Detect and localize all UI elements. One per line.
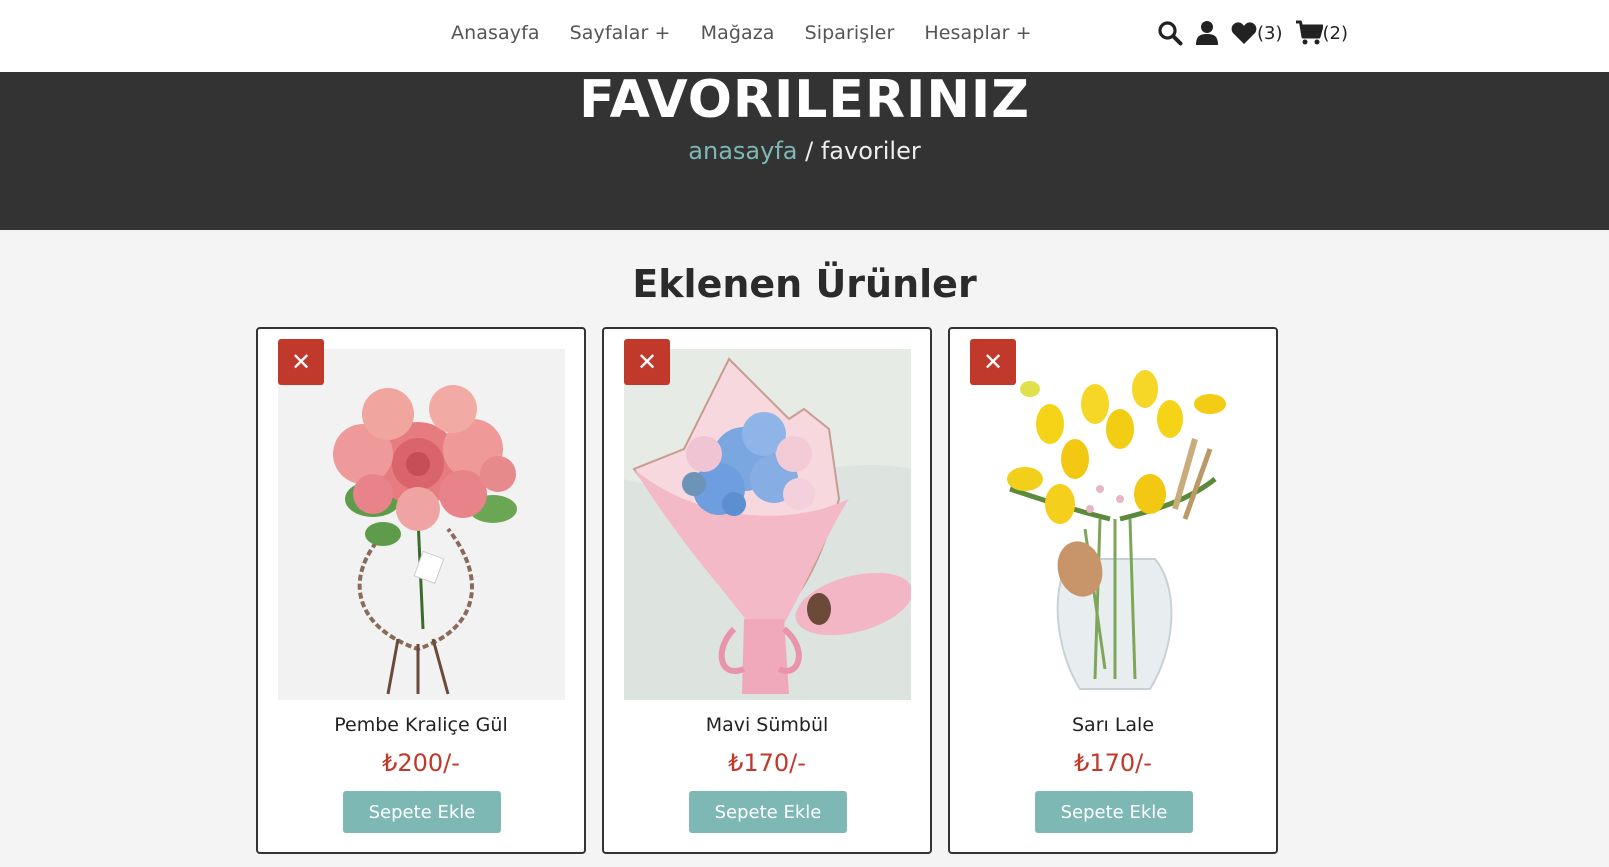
- product-name: Pembe Kraliçe Gül: [334, 714, 508, 736]
- product-name: Mavi Sümbül: [705, 714, 829, 736]
- product-image[interactable]: [624, 349, 911, 700]
- page-title: FAVORILERINIZ: [579, 70, 1030, 130]
- header-icons: (3) (2): [1157, 20, 1348, 46]
- cart-link[interactable]: (2): [1295, 20, 1349, 46]
- product-price: ₺170/-: [1074, 749, 1152, 777]
- favorites-count: (3): [1257, 22, 1283, 44]
- nav-item-sayfalar[interactable]: Sayfalar +: [570, 22, 671, 44]
- nav-item-siparisler[interactable]: Siparişler: [805, 22, 895, 44]
- heart-icon: [1231, 22, 1257, 44]
- product-name: Sarı Lale: [1071, 714, 1155, 736]
- breadcrumb-current: favoriler: [820, 137, 921, 165]
- breadcrumb-home[interactable]: anasayfa: [688, 137, 797, 165]
- remove-favorite-button[interactable]: ✕: [278, 339, 324, 385]
- main-nav: Anasayfa Sayfalar + Mağaza Siparişler He…: [451, 22, 1032, 44]
- breadcrumb: anasayfa / favoriler: [0, 137, 1609, 165]
- nav-item-magaza[interactable]: Mağaza: [701, 22, 775, 44]
- user-icon[interactable]: [1195, 20, 1219, 46]
- product-price: ₺200/-: [382, 749, 460, 777]
- header: Anasayfa Sayfalar + Mağaza Siparişler He…: [0, 0, 1609, 72]
- favorites-grid: ✕ Pembe Kraliçe Gül ₺200/- Sepete Ekle ✕…: [256, 327, 1278, 854]
- product-price: ₺170/-: [728, 749, 806, 777]
- product-card: ✕: [948, 327, 1278, 854]
- cart-icon: [1295, 20, 1323, 45]
- add-to-cart-button[interactable]: Sepete Ekle: [1035, 791, 1193, 833]
- remove-favorite-button[interactable]: ✕: [970, 339, 1016, 385]
- product-card: ✕: [256, 327, 586, 854]
- add-to-cart-button[interactable]: Sepete Ekle: [343, 791, 501, 833]
- search-icon[interactable]: [1157, 20, 1183, 46]
- breadcrumb-separator: /: [797, 137, 821, 165]
- section-title: Eklenen Ürünler: [632, 262, 977, 306]
- product-image[interactable]: [970, 349, 1257, 700]
- cart-count: (2): [1322, 22, 1349, 44]
- nav-item-anasayfa[interactable]: Anasayfa: [451, 22, 540, 44]
- remove-favorite-button[interactable]: ✕: [624, 339, 670, 385]
- add-to-cart-button[interactable]: Sepete Ekle: [689, 791, 847, 833]
- favorites-link[interactable]: (3): [1231, 21, 1283, 45]
- product-image[interactable]: [278, 349, 565, 700]
- nav-item-hesaplar[interactable]: Hesaplar +: [924, 22, 1031, 44]
- product-card: ✕ Mavi Sümbül ₺170/- Sepete Ekle: [602, 327, 932, 854]
- page-banner: FAVORILERINIZ anasayfa / favoriler: [0, 70, 1609, 230]
